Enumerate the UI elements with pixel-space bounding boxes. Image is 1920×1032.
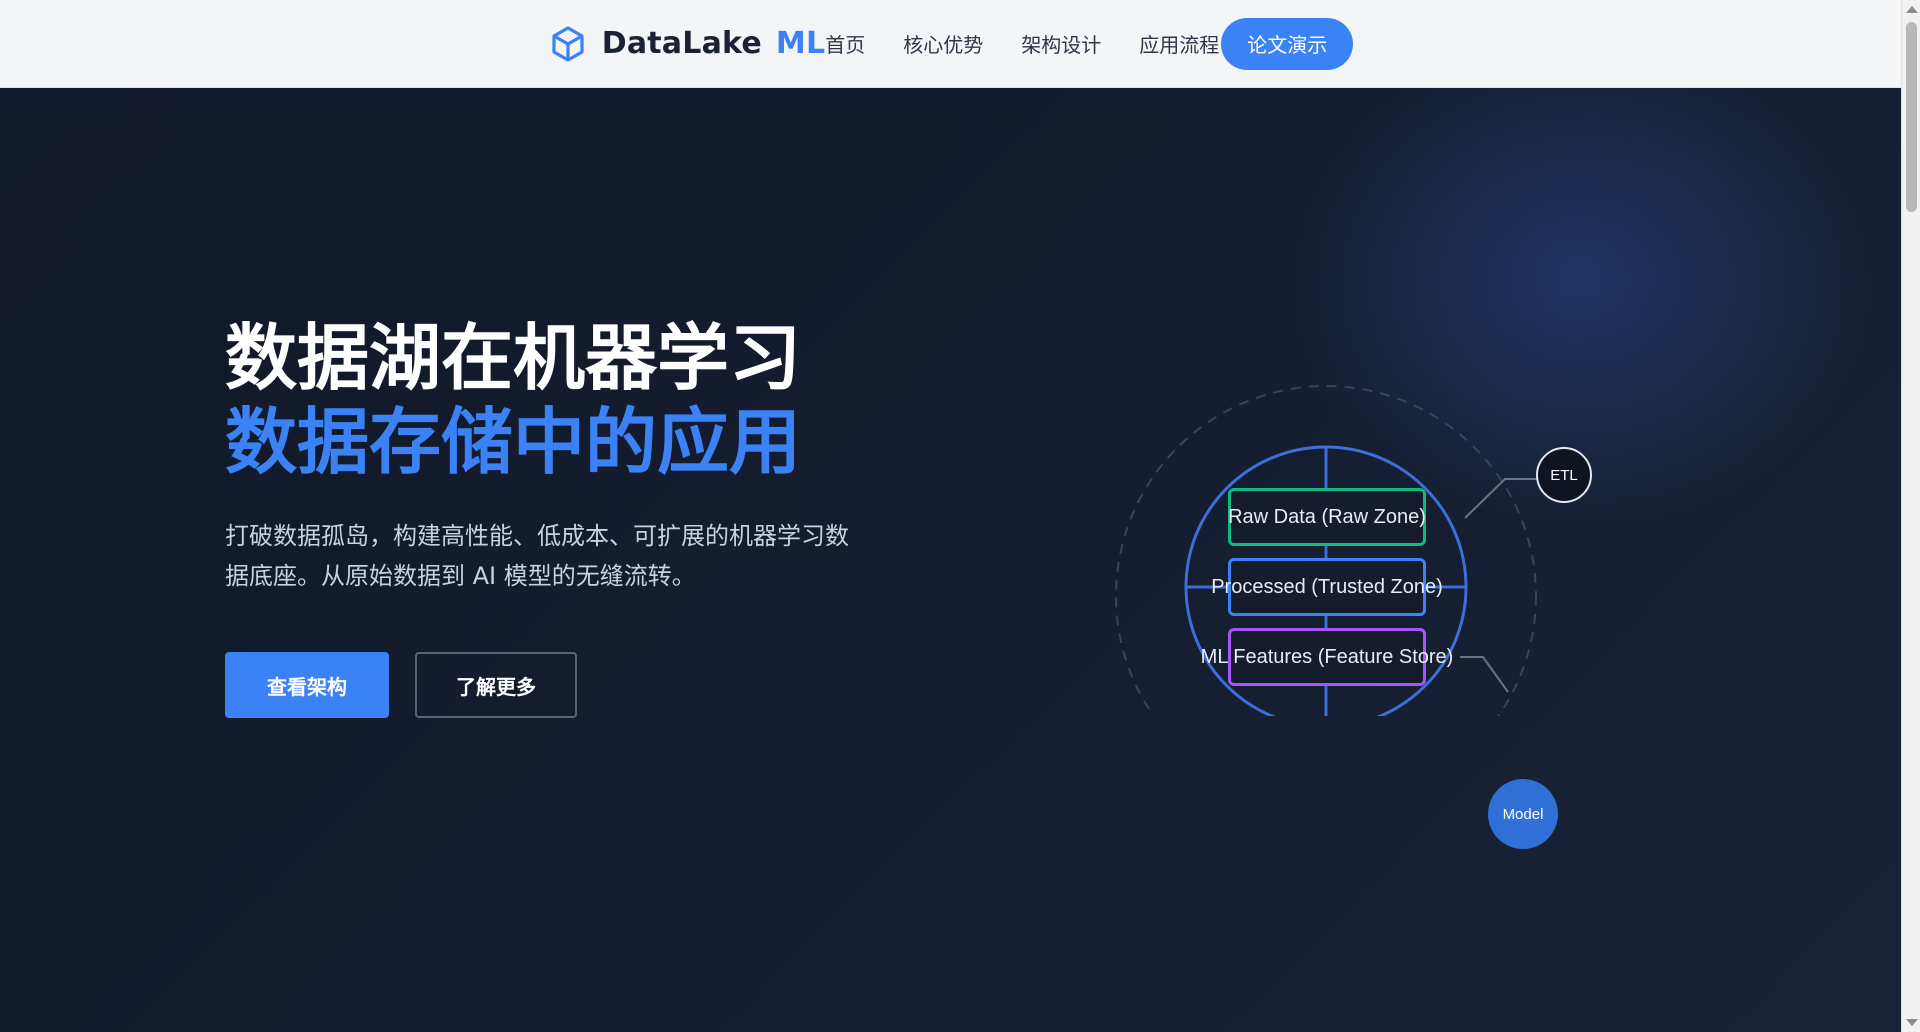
brand-logo[interactable]: DataLake ML bbox=[548, 24, 826, 64]
model-badge: Model bbox=[1488, 779, 1558, 849]
model-connector bbox=[1460, 656, 1509, 693]
view-architecture-button[interactable]: 查看架构 bbox=[225, 652, 389, 718]
nav-links: 首页 核心优势 架构设计 应用流程 论文演示 bbox=[825, 17, 1354, 70]
brand-suffix: ML bbox=[775, 26, 826, 61]
page-scrollbar[interactable] bbox=[1901, 0, 1920, 1032]
etl-connector bbox=[1464, 478, 1538, 519]
datalake-diagram: Raw Data (Raw Zone) Processed (Trusted Z… bbox=[1100, 276, 1620, 849]
zone-processed: Processed (Trusted Zone) bbox=[1211, 558, 1443, 616]
zone-features: ML Features (Feature Store) bbox=[1201, 628, 1453, 686]
hero-title-line2: 数据存储中的应用 bbox=[225, 400, 1026, 492]
hero-buttons: 查看架构 了解更多 bbox=[225, 652, 925, 718]
navbar-content: DataLake ML 首页 核心优势 架构设计 应用流程 论文演示 bbox=[548, 17, 1354, 70]
top-navbar: DataLake ML 首页 核心优势 架构设计 应用流程 论文演示 bbox=[0, 0, 1901, 88]
nav-link-architecture[interactable]: 架构设计 bbox=[1021, 29, 1101, 58]
nav-link-workflow[interactable]: 应用流程 bbox=[1139, 29, 1219, 58]
brand-name: DataLake bbox=[601, 26, 762, 61]
cube-icon bbox=[552, 25, 584, 62]
nav-link-advantages[interactable]: 核心优势 bbox=[903, 29, 983, 58]
learn-more-button[interactable]: 了解更多 bbox=[415, 652, 577, 718]
zone-raw: Raw Data (Raw Zone) bbox=[1228, 488, 1426, 546]
hero-title-line1: 数据湖在机器学习 bbox=[225, 316, 802, 400]
hero-description: 打破数据孤岛，构建高性能、低成本、可扩展的机器学习数据底座。从原始数据到 AI … bbox=[225, 522, 849, 590]
etl-badge: ETL bbox=[1536, 447, 1592, 503]
hero-title-line2-text: 数据存储中的应用 bbox=[225, 400, 802, 484]
paper-demo-button[interactable]: 论文演示 bbox=[1221, 17, 1354, 70]
scroll-up-arrow-icon[interactable] bbox=[1906, 6, 1918, 13]
hero-content: 数据湖在机器学习 数据存储中的应用 打破数据孤岛，构建高性能、低成本、可扩展的机… bbox=[225, 316, 1026, 718]
hero-section: 数据湖在机器学习 数据存储中的应用 打破数据孤岛，构建高性能、低成本、可扩展的机… bbox=[0, 88, 1901, 1032]
nav-link-home[interactable]: 首页 bbox=[825, 29, 865, 58]
scroll-down-arrow-icon[interactable] bbox=[1906, 1019, 1918, 1026]
scrollbar-thumb[interactable] bbox=[1906, 22, 1917, 212]
